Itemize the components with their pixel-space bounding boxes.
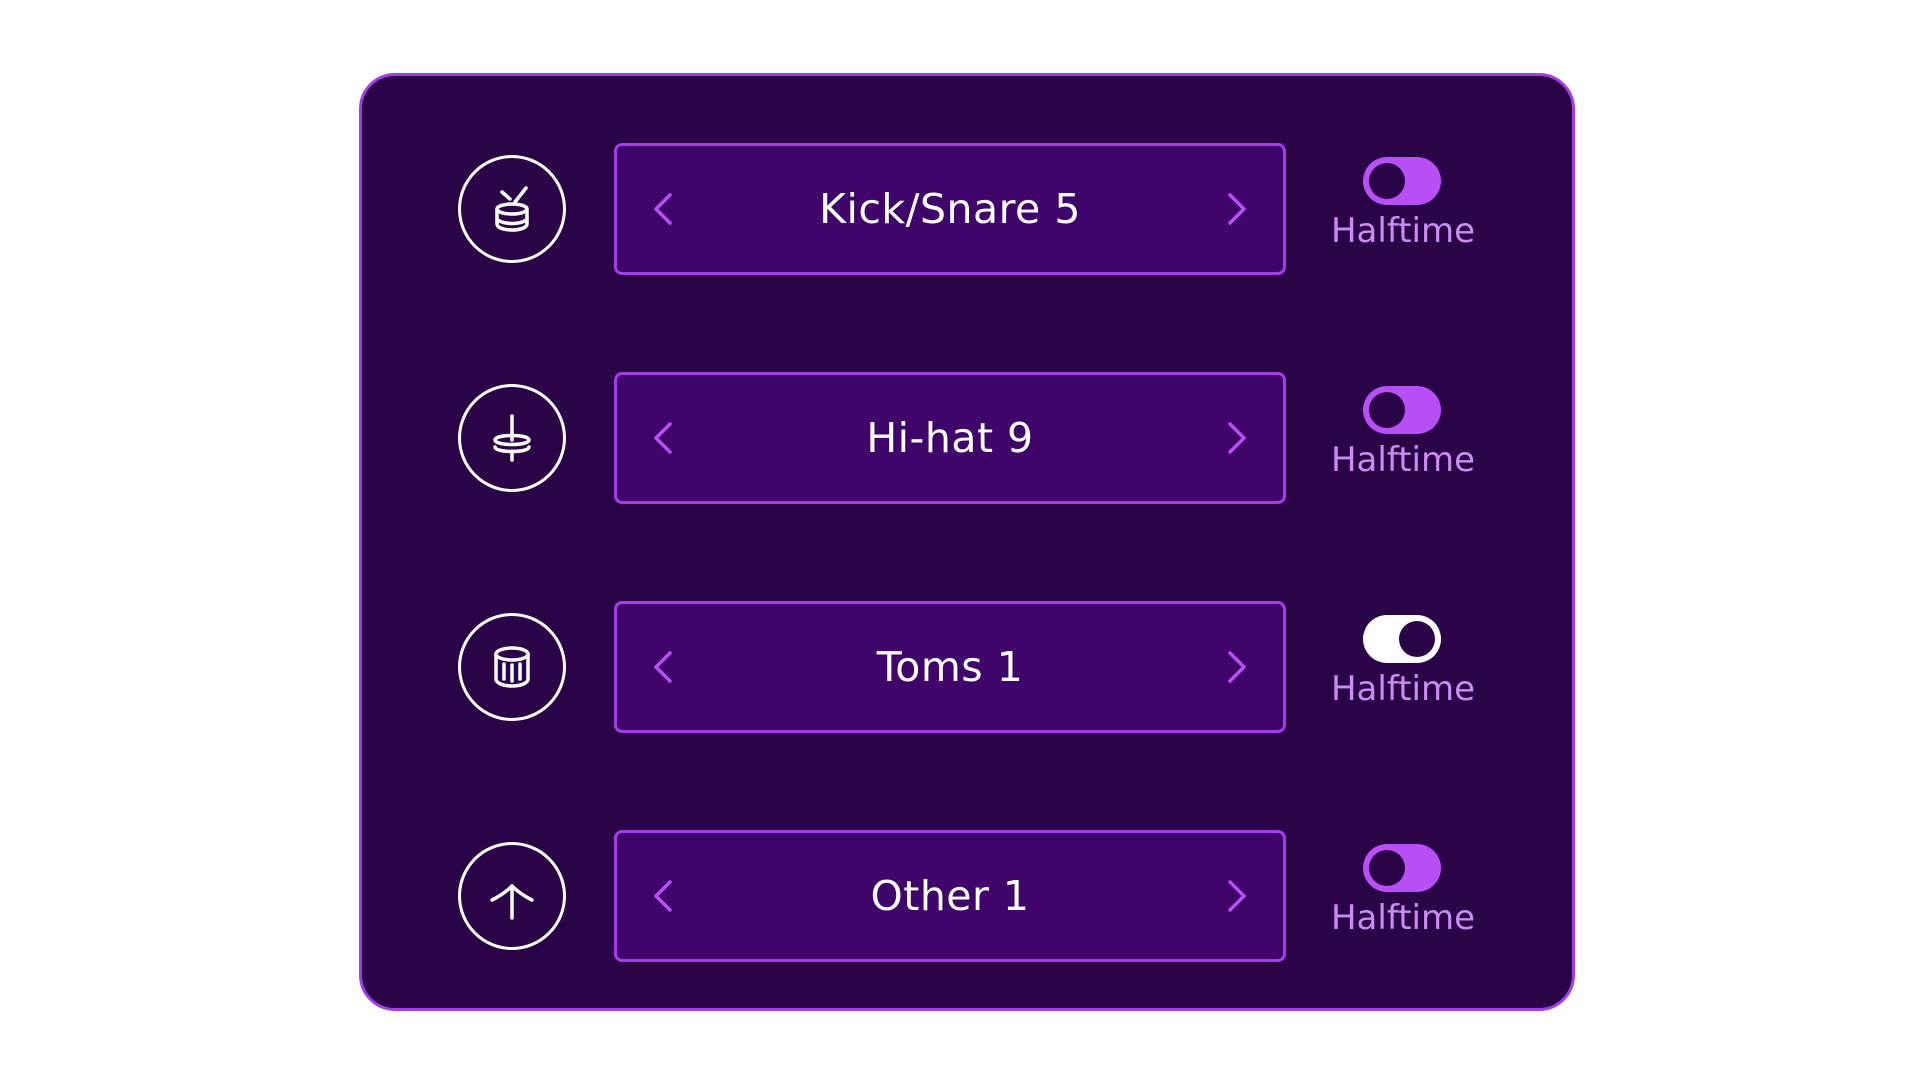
preset-selector: Kick/Snare 5 bbox=[614, 143, 1286, 275]
halftime-toggle[interactable] bbox=[1363, 157, 1441, 205]
halftime-label: Halftime bbox=[1330, 211, 1476, 251]
preset-selector: Other 1 bbox=[614, 830, 1286, 962]
chevron-right-icon bbox=[1228, 651, 1246, 683]
chevron-left-icon bbox=[654, 193, 672, 225]
drum-pattern-panel: Kick/Snare 5 Halftime Hi-hat 9 Halftime … bbox=[359, 73, 1575, 1011]
next-preset-button[interactable] bbox=[1191, 833, 1283, 959]
halftime-label: Halftime bbox=[1330, 440, 1476, 480]
chevron-left-icon bbox=[654, 422, 672, 454]
preset-name: Other 1 bbox=[870, 872, 1030, 920]
halftime-label: Halftime bbox=[1330, 898, 1476, 938]
toggle-knob bbox=[1369, 163, 1405, 199]
halftime-label: Halftime bbox=[1330, 669, 1476, 709]
next-preset-button[interactable] bbox=[1191, 146, 1283, 272]
chevron-right-icon bbox=[1228, 422, 1246, 454]
toggle-knob bbox=[1369, 850, 1405, 886]
drum-row-other: Other 1 Halftime bbox=[362, 830, 1572, 962]
toggle-knob bbox=[1369, 392, 1405, 428]
cymbal-icon[interactable] bbox=[458, 842, 566, 950]
preset-selector: Toms 1 bbox=[614, 601, 1286, 733]
halftime-toggle[interactable] bbox=[1363, 386, 1441, 434]
preset-selector: Hi-hat 9 bbox=[614, 372, 1286, 504]
drum-row-hi-hat: Hi-hat 9 Halftime bbox=[362, 372, 1572, 504]
chevron-right-icon bbox=[1228, 880, 1246, 912]
halftime-control: Halftime bbox=[1318, 157, 1488, 267]
tom-drum-icon[interactable] bbox=[458, 613, 566, 721]
preset-name: Kick/Snare 5 bbox=[819, 185, 1081, 233]
snare-drum-icon[interactable] bbox=[458, 155, 566, 263]
chevron-left-icon bbox=[654, 880, 672, 912]
next-preset-button[interactable] bbox=[1191, 375, 1283, 501]
previous-preset-button[interactable] bbox=[617, 604, 709, 730]
chevron-left-icon bbox=[654, 651, 672, 683]
drum-row-toms: Toms 1 Halftime bbox=[362, 601, 1572, 733]
drum-row-kick-snare: Kick/Snare 5 Halftime bbox=[362, 143, 1572, 275]
next-preset-button[interactable] bbox=[1191, 604, 1283, 730]
chevron-right-icon bbox=[1228, 193, 1246, 225]
previous-preset-button[interactable] bbox=[617, 833, 709, 959]
preset-name: Hi-hat 9 bbox=[866, 414, 1034, 462]
halftime-control: Halftime bbox=[1318, 615, 1488, 725]
previous-preset-button[interactable] bbox=[617, 146, 709, 272]
halftime-control: Halftime bbox=[1318, 844, 1488, 954]
hi-hat-icon[interactable] bbox=[458, 384, 566, 492]
preset-name: Toms 1 bbox=[876, 643, 1024, 691]
halftime-toggle[interactable] bbox=[1363, 615, 1441, 663]
halftime-control: Halftime bbox=[1318, 386, 1488, 496]
halftime-toggle[interactable] bbox=[1363, 844, 1441, 892]
previous-preset-button[interactable] bbox=[617, 375, 709, 501]
toggle-knob bbox=[1399, 621, 1435, 657]
